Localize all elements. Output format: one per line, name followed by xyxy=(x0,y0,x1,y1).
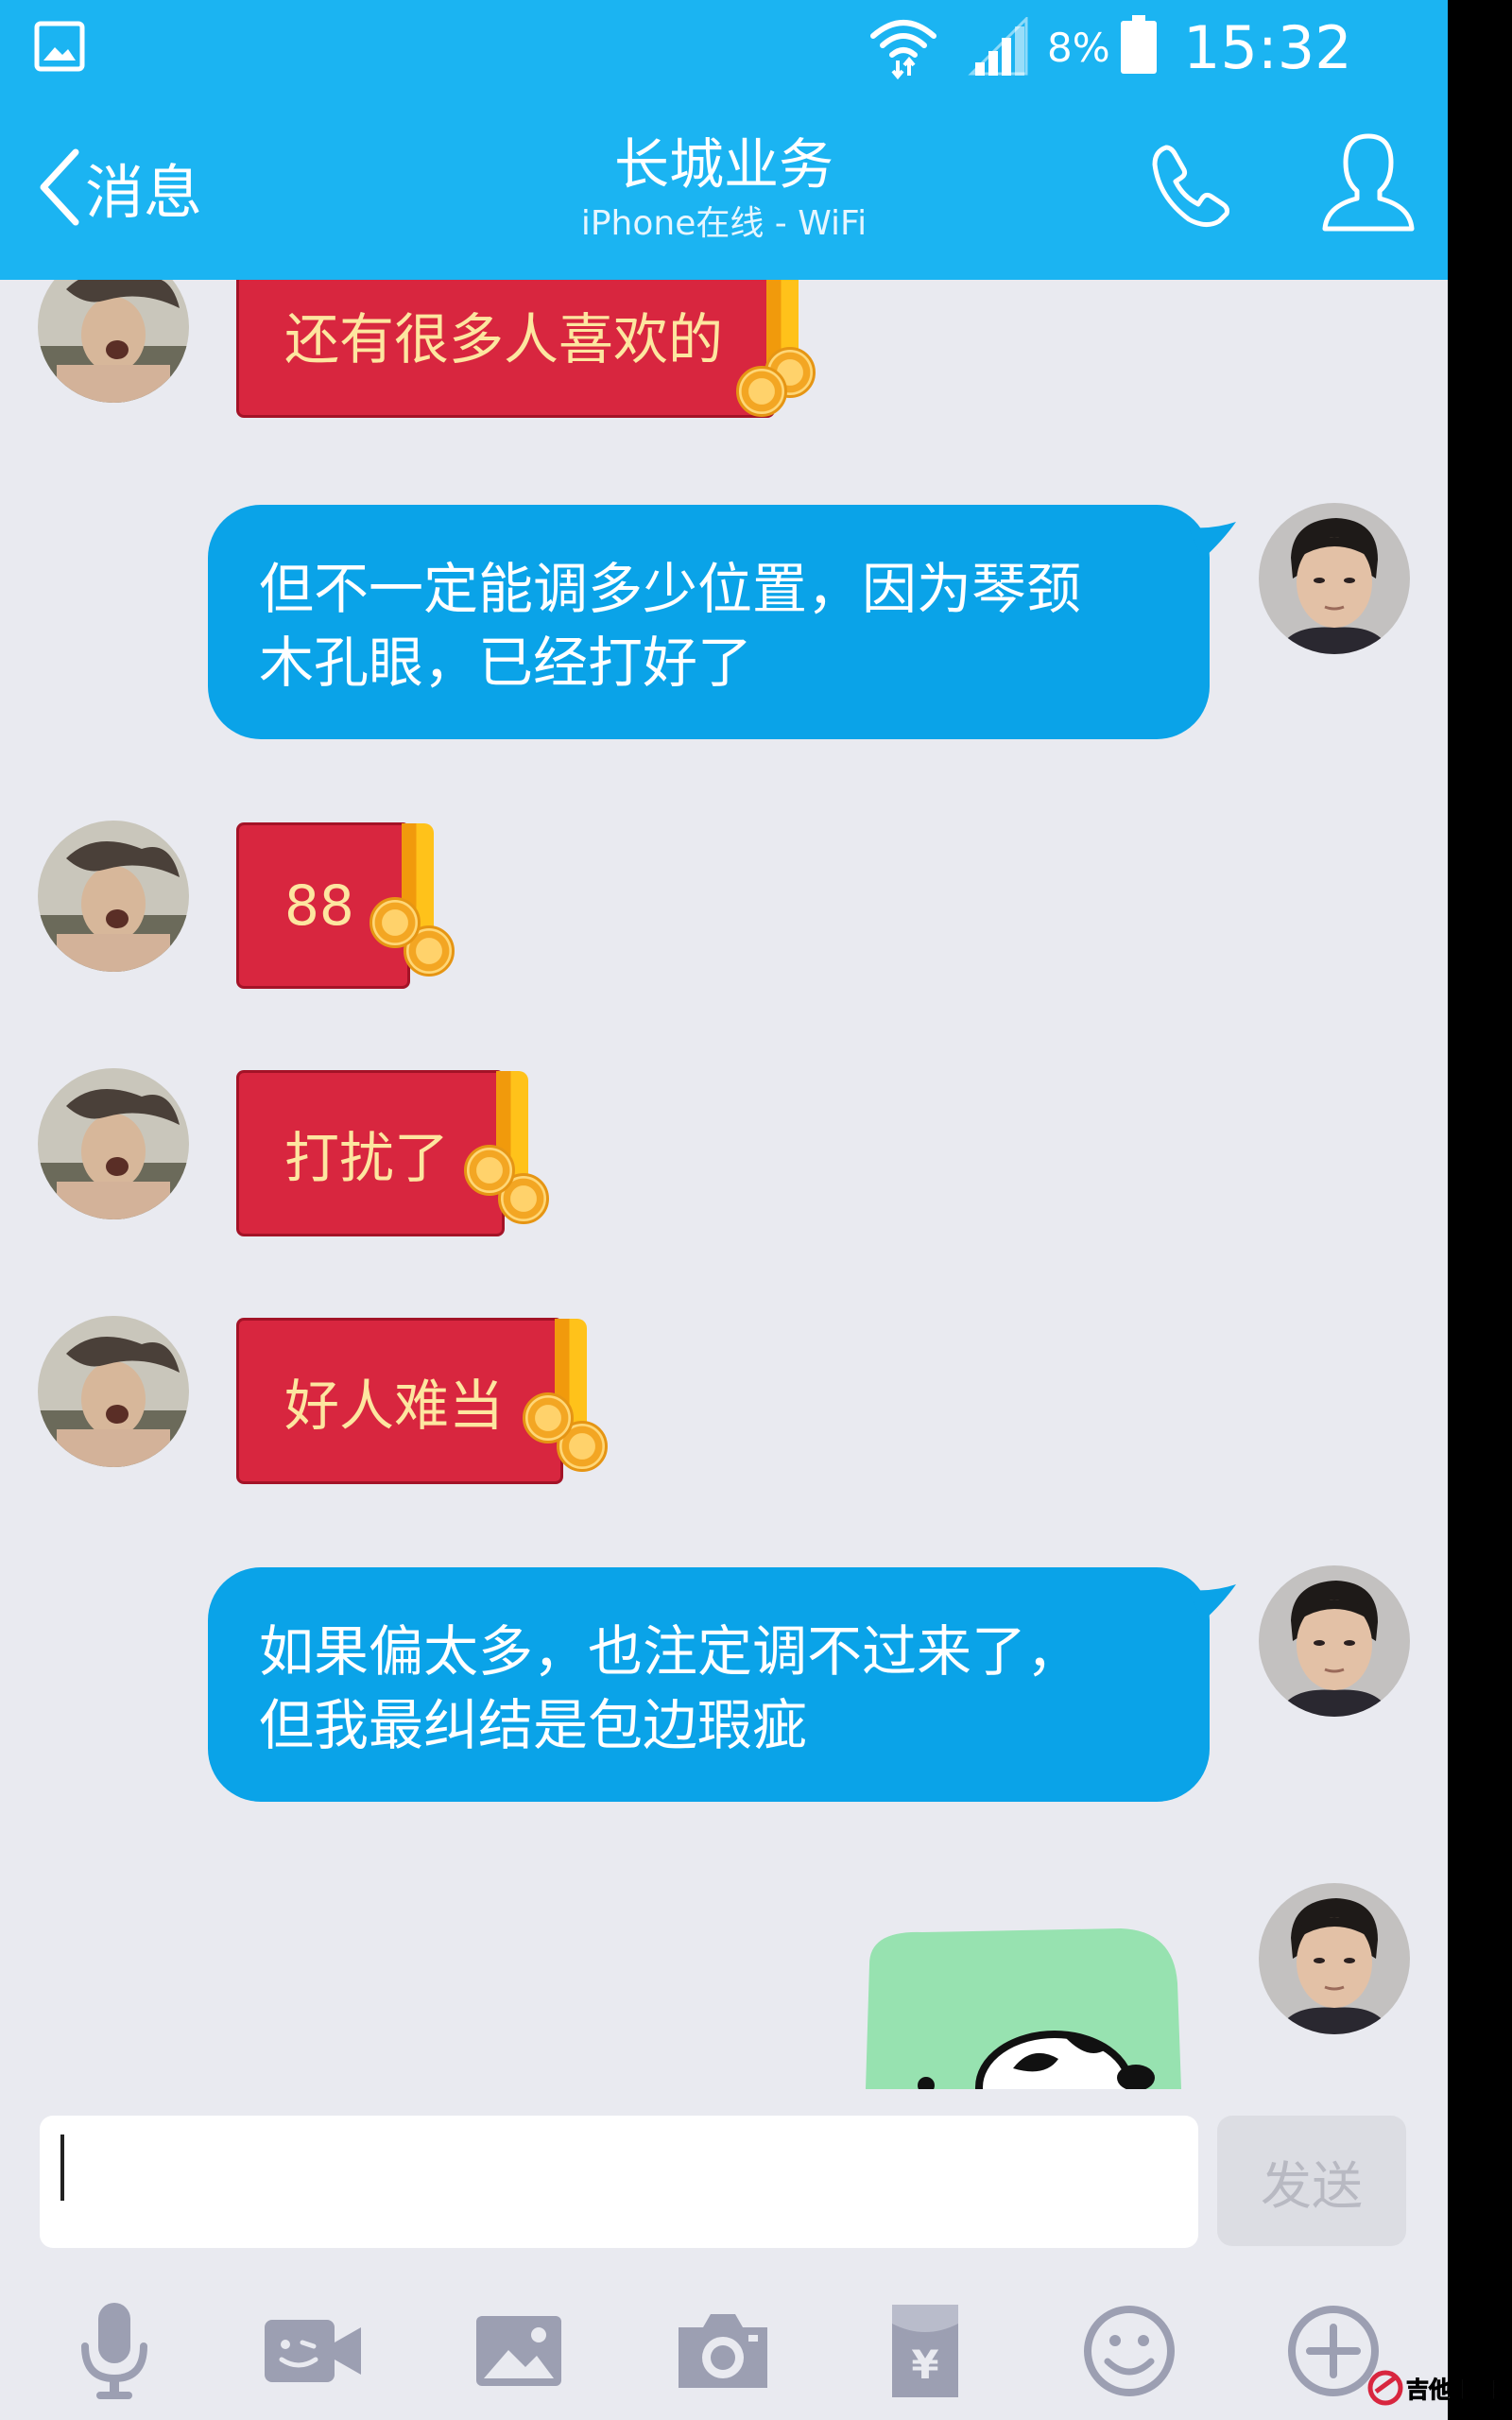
red-packet-message[interactable]: 还有很多人喜欢的 xyxy=(236,280,816,418)
send-button[interactable]: 发送 xyxy=(1217,2116,1406,2246)
red-packet-message[interactable]: 打扰了 xyxy=(236,1070,549,1236)
contact-avatar-image xyxy=(38,821,189,972)
red-packet-text: 88 xyxy=(284,873,354,938)
red-packet-coin xyxy=(369,897,421,948)
image-icon[interactable] xyxy=(467,2299,571,2403)
red-packet-text: 好人难当 xyxy=(284,1374,505,1438)
red-packet-coin xyxy=(736,366,787,417)
message-line: 木孔眼，已经打好了 xyxy=(259,631,753,695)
red-packet-message[interactable]: 好人难当 xyxy=(236,1318,608,1484)
red-packet-text: 还有很多人喜欢的 xyxy=(284,307,724,372)
photo-notification-icon xyxy=(34,21,85,72)
tool-bar: ¥ xyxy=(0,2256,1448,2420)
message-line: 但不一定能调多少位置，因为琴颈 xyxy=(259,557,1082,621)
phone-call-icon[interactable] xyxy=(1145,138,1240,233)
contact-avatar[interactable] xyxy=(38,280,189,403)
message-line: 如果偏太多，也注定调不过来了， xyxy=(259,1619,1082,1684)
outgoing-message[interactable]: 但不一定能调多少位置，因为琴颈 木孔眼，已经打好了 xyxy=(208,505,1236,739)
screen-edge xyxy=(1448,0,1512,2420)
contact-avatar[interactable] xyxy=(38,1068,189,1219)
my-avatar[interactable] xyxy=(1259,503,1410,654)
camera-icon[interactable] xyxy=(671,2299,775,2403)
contact-avatar-image xyxy=(38,280,189,403)
message-list[interactable]: 还有很多人喜欢的 但不一定能调多少位置，因为琴颈 木孔眼，已经打好了 88 打扰… xyxy=(0,280,1448,2089)
chat-screen: 8% 15:32 消息 长城业务 iPhone在线 - WiFi 还有很多人喜欢… xyxy=(0,0,1448,2420)
red-packet-coin xyxy=(464,1145,515,1196)
video-call-icon[interactable] xyxy=(261,2299,365,2403)
red-packet-coin xyxy=(523,1392,574,1443)
my-avatar-image xyxy=(1259,1565,1410,1717)
microphone-icon[interactable] xyxy=(62,2299,166,2403)
my-avatar-image xyxy=(1259,503,1410,654)
watermark-text: 吉他中国 xyxy=(1406,2377,1498,2404)
status-time: 15:32 xyxy=(1183,13,1352,82)
sticker-message[interactable] xyxy=(866,1927,1187,2089)
battery-icon xyxy=(1121,15,1157,74)
bubble-tail xyxy=(1189,522,1236,560)
emoji-icon[interactable] xyxy=(1077,2299,1181,2403)
battery-percent: 8% xyxy=(1047,25,1110,71)
message-input[interactable] xyxy=(40,2116,1198,2248)
my-avatar[interactable] xyxy=(1259,1565,1410,1717)
contact-avatar-image xyxy=(38,1068,189,1219)
svg-text:¥: ¥ xyxy=(911,2342,938,2388)
red-packet-message[interactable]: 88 xyxy=(236,822,455,989)
contact-avatar[interactable] xyxy=(38,1316,189,1467)
contact-avatar[interactable] xyxy=(38,821,189,972)
text-cursor xyxy=(60,2135,64,2201)
profile-icon[interactable] xyxy=(1317,129,1419,236)
bubble-tail xyxy=(1189,1584,1236,1622)
outgoing-message[interactable]: 如果偏太多，也注定调不过来了， 但我最纠结是包边瑕疵 xyxy=(208,1567,1236,1802)
wifi-icon xyxy=(870,20,936,79)
title-bar: 8% 15:32 消息 长城业务 iPhone在线 - WiFi xyxy=(0,0,1448,280)
my-avatar-image xyxy=(1259,1883,1410,2034)
red-packet-text: 打扰了 xyxy=(284,1126,450,1190)
composer-bar: 发送 xyxy=(0,2089,1448,2256)
contact-avatar-image xyxy=(38,1316,189,1467)
my-avatar[interactable] xyxy=(1259,1883,1410,2034)
signal-strength-icon xyxy=(968,17,1028,76)
message-line: 但我最纠结是包边瑕疵 xyxy=(259,1693,808,1757)
red-packet-icon[interactable]: ¥ xyxy=(873,2299,977,2403)
